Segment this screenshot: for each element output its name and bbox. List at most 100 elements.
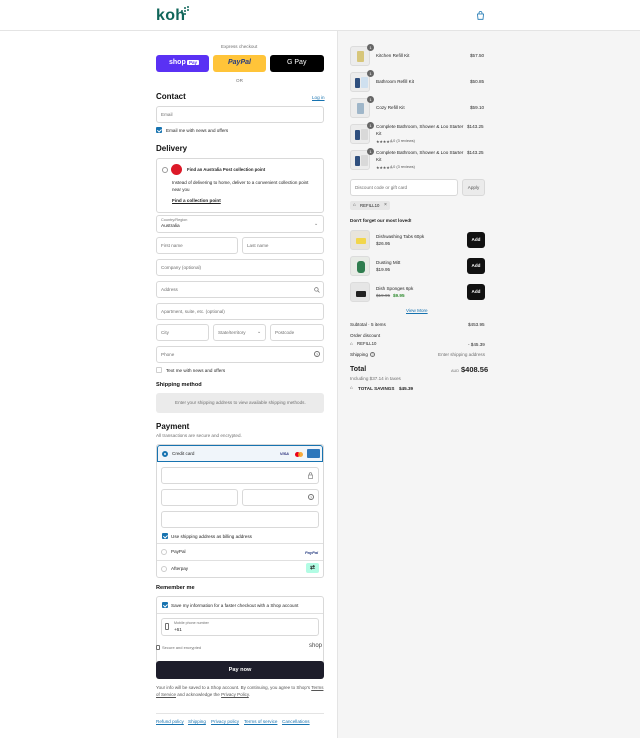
postcode-field[interactable]: Postcode (270, 324, 324, 341)
secure-label: Secure and encrypted (162, 645, 202, 650)
upsell-item-name: Dishwashing Tabs 60pk (376, 234, 425, 239)
help-icon[interactable]: ? (314, 351, 320, 357)
discount-code-field[interactable]: Discount code or gift card (350, 179, 458, 196)
paypal-text: PayPal (228, 59, 251, 66)
afterpay-radio[interactable] (161, 566, 167, 572)
search-icon (314, 287, 320, 293)
cart-item-price: $50.85 (470, 79, 485, 84)
save-info-label: Save my information for a faster checkou… (171, 603, 299, 608)
lock-icon (308, 472, 313, 479)
gpay-text: G Pay (287, 59, 307, 66)
mobile-label: Mobile phone number (174, 621, 209, 625)
save-info-checkbox[interactable] (162, 602, 168, 608)
apply-button[interactable]: Apply (462, 179, 485, 196)
subtotal-label: Subtotal · 5 items (350, 322, 386, 327)
shopping-bag-icon[interactable] (476, 11, 485, 22)
shipping-method-heading: Shipping method (156, 382, 202, 388)
discount-tag-code: REFILL10 (360, 203, 380, 208)
footer-link-terms[interactable]: Terms of service (244, 719, 277, 724)
email-field[interactable]: Email (156, 106, 324, 123)
discount-tag: ⌂ REFILL10 × (350, 201, 390, 210)
paypal-logo: PayPal (305, 550, 319, 555)
company-field[interactable]: Company (optional) (156, 259, 324, 276)
privacy-policy-link[interactable]: Privacy Policy (221, 692, 249, 697)
news-checkbox[interactable] (156, 127, 162, 133)
lock-icon (156, 645, 160, 650)
first-name-field[interactable]: First name (156, 237, 238, 254)
text-news-checkbox[interactable] (156, 367, 162, 373)
paypal-button[interactable]: PayPal (213, 55, 266, 72)
footer-link-refund[interactable]: Refund policy (156, 719, 184, 724)
help-icon[interactable]: ? (370, 352, 375, 357)
state-select[interactable]: State/territory ⌄ (213, 324, 266, 341)
auspost-radio[interactable] (162, 167, 168, 173)
shop-pay-text: shop (169, 59, 186, 66)
product-thumbnail: 1 (350, 70, 374, 92)
product-thumbnail: 1 (350, 44, 374, 66)
credit-card-radio[interactable] (162, 451, 168, 457)
credit-card-label: Credit card (172, 451, 195, 456)
phone-field[interactable]: Phone ? (156, 346, 324, 363)
paypal-option-label[interactable]: PayPal (171, 549, 186, 554)
mobile-icon (165, 623, 169, 630)
payment-subtitle: All transactions are secure and encrypte… (156, 433, 242, 438)
shipping-label: Shipping (350, 352, 368, 357)
last-name-field[interactable]: Last name (242, 237, 324, 254)
remember-box: Save my information for a faster checkou… (156, 596, 324, 668)
login-link[interactable]: Log in (312, 95, 325, 100)
rating-text: 4.0 (3 reviews) (390, 139, 415, 143)
country-label: Country/Region (161, 218, 188, 222)
upsell-item-price: $19.95 (376, 267, 391, 272)
tag-icon: ⌂ (350, 341, 353, 346)
shipping-info-box: Enter your shipping address to view avai… (156, 393, 324, 413)
pay-now-button[interactable]: Pay now (156, 661, 324, 679)
auspost-title: Find an Australia Post collection point (187, 167, 266, 172)
afterpay-option-label[interactable]: Afterpay (171, 566, 188, 571)
add-button[interactable]: Add (467, 232, 485, 248)
card-number-field[interactable] (161, 467, 319, 484)
checkout-form: Express checkout shop Pay PayPal G Pay O… (0, 31, 337, 738)
upsell-item-name: Dusting Mitt (376, 260, 401, 265)
express-checkout-label: Express checkout (221, 44, 258, 49)
address-field[interactable]: Address (156, 281, 324, 298)
security-code-field[interactable]: ? (242, 489, 319, 506)
add-button[interactable]: Add (467, 284, 485, 300)
paypal-radio[interactable] (161, 549, 167, 555)
add-button[interactable]: Add (467, 258, 485, 274)
footer-link-cancellations[interactable]: Cancellations (282, 719, 310, 724)
billing-checkbox[interactable] (162, 533, 168, 539)
remember-heading: Remember me (156, 585, 195, 591)
shop-pay-badge: Pay (187, 60, 200, 65)
auspost-option[interactable]: Find an Australia Post collection point … (156, 158, 324, 213)
footer-link-shipping[interactable]: Shipping (188, 719, 206, 724)
name-on-card-field[interactable] (161, 511, 319, 528)
news-label: Email me with news and offers (166, 128, 229, 133)
cart-item-price: $143.25 (467, 124, 484, 129)
view-more-link[interactable]: View More (406, 308, 428, 313)
credit-card-option[interactable]: Credit card VISA (157, 445, 323, 462)
taxes-label: Including $37.14 in taxes (350, 376, 401, 381)
upsell-item-price: $26.95 (376, 241, 391, 246)
country-select[interactable]: Country/Region Australia ⌄ (156, 215, 324, 233)
mobile-value: +61 (174, 627, 182, 632)
auspost-link[interactable]: Find a collection point (172, 198, 221, 203)
country-value: Australia (161, 224, 180, 229)
shop-pay-button[interactable]: shop Pay (156, 55, 209, 72)
cart-item-price: $57.50 (470, 53, 485, 58)
help-icon[interactable]: ? (308, 494, 314, 500)
order-discount-amount: - $45.39 (468, 342, 485, 347)
expiry-field[interactable] (161, 489, 238, 506)
close-icon[interactable]: × (384, 202, 387, 208)
cart-item-price: $143.25 (467, 150, 484, 155)
cart-item-name: Kitchen Refill Kit (376, 53, 410, 58)
chevron-down-icon: ⌄ (257, 329, 262, 335)
footer-link-privacy[interactable]: Privacy policy (211, 719, 239, 724)
apartment-field[interactable]: Apartment, suite, etc. (optional) (156, 303, 324, 320)
total-label: Total (350, 366, 367, 373)
google-pay-button[interactable]: G Pay (270, 55, 324, 72)
terms-text-2: and acknowledge the (177, 692, 220, 697)
city-field[interactable]: City (156, 324, 209, 341)
mobile-phone-field[interactable]: Mobile phone number +61 (161, 618, 319, 636)
tag-icon: ⌂ (353, 202, 356, 207)
header: koh (0, 0, 640, 31)
